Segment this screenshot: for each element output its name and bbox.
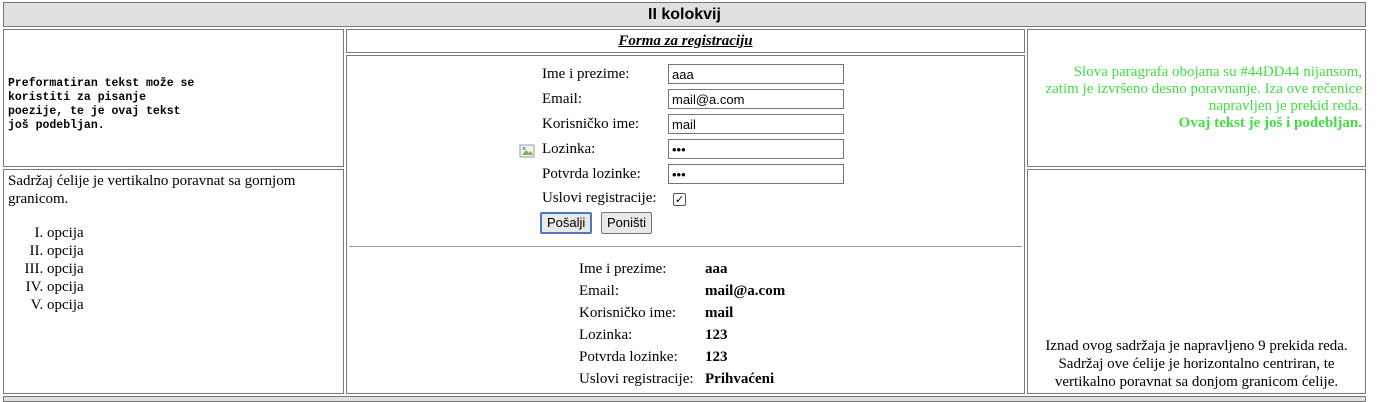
- result-value: 123: [705, 327, 728, 343]
- list-item: opcija: [47, 296, 343, 314]
- green-text: Slova paragrafa obojana su #44DD44 nijan…: [1045, 64, 1362, 114]
- username-label: Korisničko ime:: [542, 116, 640, 132]
- submit-button[interactable]: Pošalji: [540, 212, 593, 234]
- result-value: aaa: [705, 261, 728, 277]
- bottom-cell-text: Iznad ovog sadržaja je napravljeno 9 pre…: [1045, 338, 1348, 390]
- terms-label: Uslovi registracije:: [542, 190, 657, 206]
- result-label: Potvrda lozinke:: [579, 349, 678, 365]
- name-label: Ime i prezime:: [542, 66, 630, 82]
- form-title: Forma za registraciju: [618, 33, 753, 49]
- footer-row: [3, 396, 1366, 402]
- password-confirm-input[interactable]: [668, 164, 844, 184]
- checkmark-icon: ✓: [674, 193, 685, 206]
- email-label: Email:: [542, 91, 582, 107]
- result-value: Prihvaćeni: [705, 371, 775, 387]
- list-cell-paragraph: Sadržaj ćelije je vertikalno poravnat sa…: [8, 173, 296, 207]
- password-confirm-label: Potvrda lozinke:: [542, 166, 641, 182]
- green-text-cell: Slova paragrafa obojana su #44DD44 nijan…: [1027, 29, 1366, 167]
- page-title: II kolokvij: [648, 6, 721, 23]
- bottom-aligned-cell: Iznad ovog sadržaja je napravljeno 9 pre…: [1027, 169, 1366, 394]
- password-input[interactable]: [668, 139, 844, 159]
- result-label: Uslovi registracije:: [579, 371, 694, 387]
- page-header: II kolokvij: [3, 2, 1366, 27]
- registration-form-cell: Ime i prezime: Email: Korisničko ime: Lo…: [346, 55, 1025, 394]
- list-cell: Sadržaj ćelije je vertikalno poravnat sa…: [3, 169, 344, 394]
- preformatted-cell: Preformatiran tekst može se koristiti za…: [3, 29, 344, 167]
- result-label: Korisničko ime:: [579, 305, 677, 321]
- list-item: opcija: [47, 278, 343, 296]
- result-value: 123: [705, 349, 728, 365]
- broken-image-icon: [519, 144, 535, 158]
- list-item: opcija: [47, 260, 343, 278]
- result-label: Ime i prezime:: [579, 261, 667, 277]
- divider: [349, 246, 1022, 247]
- email-input[interactable]: [668, 89, 844, 109]
- list-item: opcija: [47, 224, 343, 242]
- result-value: mail@a.com: [705, 283, 786, 299]
- list-item: opcija: [47, 242, 343, 260]
- form-title-cell: Forma za registraciju: [346, 29, 1025, 53]
- username-input[interactable]: [668, 114, 844, 134]
- terms-checkbox[interactable]: ✓: [673, 193, 686, 206]
- password-label: Lozinka:: [542, 141, 596, 157]
- result-value: mail: [705, 305, 734, 321]
- result-label: Lozinka:: [579, 327, 633, 343]
- roman-list: opcija opcija opcija opcija opcija: [4, 224, 343, 314]
- result-label: Email:: [579, 283, 619, 299]
- preformatted-text: Preformatiran tekst može se koristiti za…: [8, 77, 195, 132]
- green-bold-text: Ovaj tekst je još i podebljan.: [1178, 115, 1362, 131]
- name-input[interactable]: [668, 64, 844, 84]
- reset-button[interactable]: Poništi: [601, 212, 653, 234]
- green-paragraph: Slova paragrafa obojana su #44DD44 nijan…: [1042, 64, 1362, 132]
